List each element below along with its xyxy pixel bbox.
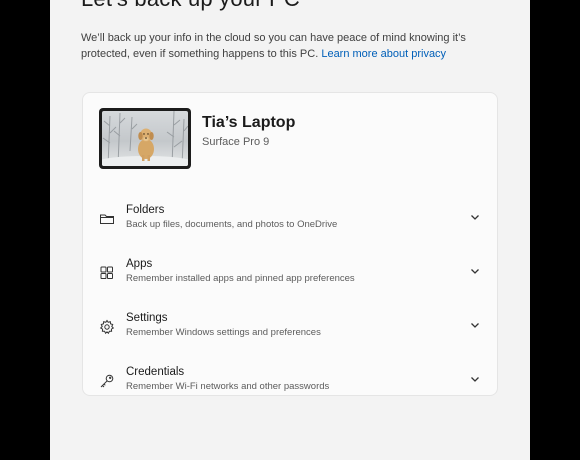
backup-item-title: Credentials xyxy=(126,366,185,378)
intro-text-block: We’ll back up your info in the cloud so … xyxy=(81,30,481,62)
dog-in-snow-image xyxy=(102,111,188,166)
privacy-link[interactable]: Learn more about privacy xyxy=(321,48,446,60)
device-summary: Tia’s Laptop Surface Pro 9 xyxy=(99,108,399,170)
backup-item-title: Settings xyxy=(126,312,168,324)
folder-icon xyxy=(99,211,115,227)
backup-card: Tia’s Laptop Surface Pro 9 Folders Back … xyxy=(82,92,498,396)
backup-item-subtitle: Remember Wi-Fi networks and other passwo… xyxy=(126,381,330,392)
backup-item-subtitle: Back up files, documents, and photos to … xyxy=(126,219,338,230)
chevron-down-icon[interactable] xyxy=(469,210,481,222)
backup-item-subtitle: Remember Windows settings and preference… xyxy=(126,327,321,338)
gear-icon xyxy=(99,319,115,335)
apps-icon xyxy=(99,265,115,281)
device-thumbnail xyxy=(99,108,191,169)
page-title: Let’s back up your PC xyxy=(81,0,300,12)
chevron-down-icon[interactable] xyxy=(469,372,481,384)
backup-item-folders[interactable]: Folders Back up files, documents, and ph… xyxy=(83,197,499,251)
backup-item-title: Apps xyxy=(126,258,153,270)
backup-item-credentials[interactable]: Credentials Remember Wi-Fi networks and … xyxy=(83,359,499,413)
backup-item-subtitle: Remember installed apps and pinned app p… xyxy=(126,273,355,284)
backup-item-settings[interactable]: Settings Remember Windows settings and p… xyxy=(83,305,499,359)
key-icon xyxy=(99,373,115,389)
backup-item-apps[interactable]: Apps Remember installed apps and pinned … xyxy=(83,251,499,305)
backup-item-title: Folders xyxy=(126,204,165,216)
backup-window: Let’s back up your PC We’ll back up your… xyxy=(50,0,530,460)
chevron-down-icon[interactable] xyxy=(469,264,481,276)
chevron-down-icon[interactable] xyxy=(469,318,481,330)
device-name: Tia’s Laptop xyxy=(202,114,296,131)
device-model: Surface Pro 9 xyxy=(202,136,270,148)
